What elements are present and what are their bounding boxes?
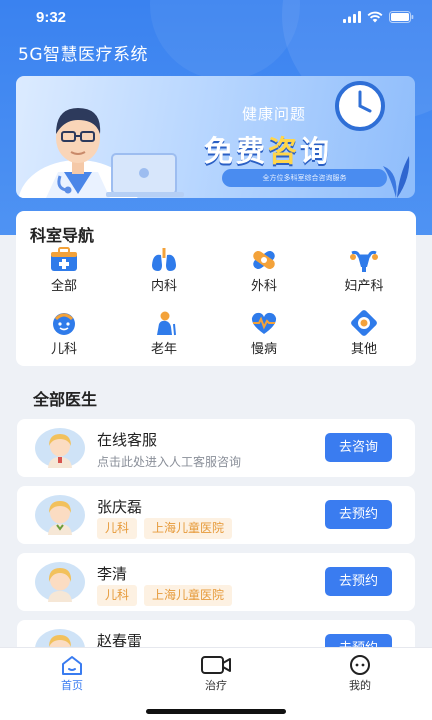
status-icons [343,11,414,23]
battery-icon [389,11,414,23]
status-time: 9:32 [36,9,67,26]
doctors-title: 全部医生 [33,390,98,409]
avatar [35,562,85,602]
department-title: 科室导航 [30,226,95,245]
signal-icon [343,11,361,23]
department-card: 科室导航 全部 内科 外科 妇产科 儿科 老年 慢病 其他 [16,211,416,366]
dept-pediatrics-label: 儿科 [50,342,77,357]
dept-obstetrics-label: 妇产科 [344,279,384,294]
dept-other[interactable]: 其他 [324,310,404,357]
book-button[interactable]: 去预约 [325,567,392,596]
dept-surgery-label: 外科 [250,279,277,294]
tab-profile[interactable]: 我的 [320,654,400,693]
banner-subtitle: 健康问题 [242,105,307,123]
app-title: 5G智慧医疗系统 [18,45,148,65]
doctor-description: 点击此处进入人工客服咨询 [97,455,242,469]
uterus-icon [350,250,378,272]
dept-chronic-label: 慢病 [250,342,277,357]
hospital-tag: 上海儿童医院 [144,518,233,539]
tab-profile-label: 我的 [349,679,371,692]
elderly-icon [157,311,176,336]
consult-button[interactable]: 去咨询 [325,433,392,462]
avatar [35,428,85,468]
department-tag: 儿科 [97,585,138,606]
book-button[interactable]: 去预约 [325,500,392,529]
tab-treatment[interactable]: 治疗 [176,654,256,693]
doctor-card-li[interactable]: 李清 儿科 上海儿童医院 去预约 [17,553,415,611]
profile-icon [350,655,370,675]
banner-headline: 免费咨询 [204,128,332,170]
dept-all-label: 全部 [50,279,77,294]
clock-icon [335,81,385,131]
home-indicator [146,709,286,714]
tab-home-label: 首页 [61,679,83,692]
status-bar: 9:32 [0,0,432,36]
department-tag: 儿科 [97,518,138,539]
doctor-name: 张庆磊 [97,498,143,516]
tab-home[interactable]: 首页 [32,654,112,693]
doctor-card-online-service[interactable]: 在线客服 点击此处进入人工客服咨询 去咨询 [17,419,415,477]
medical-kit-icon [51,247,77,271]
lungs-icon [152,248,176,271]
heartbeat-icon [251,312,277,334]
video-camera-icon [201,656,231,674]
dept-chronic[interactable]: 慢病 [224,310,304,357]
avatar [35,495,85,535]
dept-pediatrics[interactable]: 儿科 [24,310,104,357]
bandage-icon [253,250,275,270]
dept-elderly-label: 老年 [150,342,177,357]
wifi-icon [367,11,383,23]
banner-headline-part1: 免费 [204,134,269,168]
doctor-card-zhang[interactable]: 张庆磊 儿科 上海儿童医院 去预约 [17,486,415,544]
plant-decoration [383,156,410,198]
dept-surgery[interactable]: 外科 [224,247,304,294]
dept-internal-label: 内科 [150,279,177,294]
banner-headline-part2: 询 [300,134,333,168]
child-face-icon [53,313,75,335]
dept-other-label: 其他 [350,342,377,357]
doctor-illustration [18,108,184,198]
dept-all[interactable]: 全部 [24,247,104,294]
hospital-tag: 上海儿童医院 [144,585,233,606]
doctor-name: 在线客服 [97,431,158,449]
tab-treatment-label: 治疗 [205,679,227,692]
dept-internal[interactable]: 内科 [124,247,204,294]
home-icon [62,656,82,675]
dept-obstetrics[interactable]: 妇产科 [324,247,404,294]
doctor-name: 李清 [97,565,128,583]
banner-caption: 全方位多科室综合咨询服务 [222,169,387,187]
other-icon [351,310,377,336]
dept-elderly[interactable]: 老年 [124,310,204,357]
consultation-banner[interactable]: 健康问题 免费咨询 全方位多科室综合咨询服务 [16,76,415,198]
banner-headline-highlight: 咨 [268,134,301,168]
